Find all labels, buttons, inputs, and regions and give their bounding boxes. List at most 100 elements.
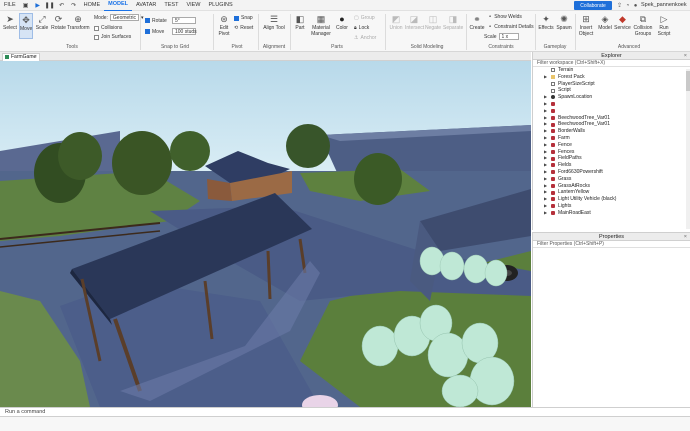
color-button[interactable]: ● Color (334, 14, 350, 32)
explorer-filter-input[interactable]: Filter workspace (Ctrl+Shift+X) (533, 60, 690, 67)
explorer-item[interactable]: ▶ MainRoadEast (533, 210, 690, 217)
run-script-button[interactable]: ▷ Run Script (656, 14, 672, 37)
explorer-item[interactable]: ▶ Ford6630Powershift (533, 169, 690, 176)
expand-arrow-icon[interactable]: ▶ (544, 196, 547, 203)
scroll-thumb[interactable] (686, 71, 690, 91)
select-button[interactable]: ➤ Select (3, 14, 17, 32)
explorer-item[interactable]: ▶ Fence (533, 142, 690, 149)
3d-viewport[interactable] (0, 61, 531, 407)
close-icon[interactable]: × (34, 54, 37, 61)
expand-arrow-icon[interactable]: ▶ (544, 121, 547, 128)
expand-arrow-icon[interactable]: ▶ (544, 128, 547, 135)
expand-arrow-icon[interactable]: ▶ (544, 155, 547, 162)
mode-select[interactable]: Geometric (109, 14, 139, 21)
username[interactable]: Spek_pannenkoek (641, 0, 687, 11)
anchor-button[interactable]: ⚓︎ Anchor (354, 35, 376, 41)
material-manager-button[interactable]: ▦ Material Manager (310, 14, 332, 37)
command-bar[interactable]: Run a command (0, 407, 690, 417)
tab-home[interactable]: HOME (80, 0, 105, 11)
explorer-item[interactable]: ▶ Lights (533, 203, 690, 210)
align-tool-button[interactable]: ☰ Align Tool (262, 14, 286, 32)
explorer-item[interactable]: Script (533, 87, 690, 94)
explorer-item[interactable]: PlayerSizeScript (533, 81, 690, 88)
tab-plugins[interactable]: PLUGINS (205, 0, 237, 11)
command-input[interactable]: Run a command (5, 409, 45, 415)
explorer-item[interactable]: ▶ Fields (533, 162, 690, 169)
negate-button[interactable]: ◫ Negate (424, 14, 442, 32)
spawn-button[interactable]: ✺ Spawn (556, 14, 572, 32)
scale-button[interactable]: ⤢ Scale (35, 14, 49, 32)
pivot-snap-toggle[interactable]: Snap (234, 15, 253, 21)
collision-groups-button[interactable]: ⧉ Collision Groups (632, 14, 654, 37)
redo-icon[interactable]: ↷ (70, 1, 78, 9)
tab-test[interactable]: TEST (160, 0, 182, 11)
undo-icon[interactable]: ↶ (58, 1, 66, 9)
explorer-item[interactable]: ▶ (533, 101, 690, 108)
play-icon[interactable]: ▶ (34, 1, 42, 9)
expand-arrow-icon[interactable]: ▶ (544, 169, 547, 176)
expand-arrow-icon[interactable]: ▶ (544, 115, 547, 122)
insert-object-button[interactable]: ⊞ Insert Object (578, 14, 594, 37)
lock-button[interactable]: 🔒︎ Lock (354, 25, 369, 31)
pause-icon[interactable]: ❚❚ (45, 1, 55, 9)
close-icon[interactable]: × (684, 233, 687, 241)
explorer-item[interactable]: ▶ Grass (533, 176, 690, 183)
expand-arrow-icon[interactable]: ▶ (544, 149, 547, 156)
explorer-scrollbar[interactable] (686, 69, 690, 229)
pivot-reset-button[interactable]: ⟲ Reset (234, 25, 253, 31)
explorer-item[interactable]: ▶ Light Utility Vehicle (black) (533, 196, 690, 203)
expand-arrow-icon[interactable]: ▶ (544, 94, 547, 101)
menu-file[interactable]: FILE (0, 0, 20, 11)
collisions-toggle[interactable]: Collisions (94, 25, 122, 31)
union-button[interactable]: ◩ Union (388, 14, 404, 32)
close-icon[interactable]: × (684, 52, 687, 60)
separate-button[interactable]: ◨ Separate (443, 14, 463, 32)
expand-arrow-icon[interactable]: ▶ (544, 108, 547, 115)
expand-arrow-icon[interactable]: ▶ (544, 101, 547, 108)
intersect-button[interactable]: ◪ Intersect (405, 14, 424, 32)
share-icon[interactable]: ⇪ (616, 2, 623, 9)
join-surfaces-checkbox[interactable] (94, 34, 99, 40)
expand-arrow-icon[interactable]: ▶ (544, 135, 547, 142)
join-surfaces-toggle[interactable]: Join Surfaces (94, 34, 131, 40)
expand-arrow-icon[interactable]: ▶ (544, 162, 547, 169)
move-button[interactable]: ✥ Move (19, 13, 33, 39)
expand-arrow-icon[interactable]: ▶ (544, 142, 547, 149)
group-button[interactable]: ▢ Group (354, 15, 375, 21)
rotate-button[interactable]: ⟳ Rotate (51, 14, 66, 32)
effects-button[interactable]: ✦ Effects (538, 14, 554, 32)
expand-arrow-icon[interactable]: ▶ (544, 183, 547, 190)
explorer-item[interactable]: ▶ SpawnLocation (533, 94, 690, 101)
collisions-checkbox[interactable] (94, 25, 99, 31)
constraint-details-toggle[interactable]: ⚬ Constraint Details (488, 24, 534, 30)
edit-pivot-button[interactable]: ⊛ Edit Pivot (216, 14, 232, 37)
explorer-item[interactable]: ▶ Farm (533, 135, 690, 142)
move-snap-checkbox[interactable] (145, 29, 150, 34)
expand-arrow-icon[interactable]: ▶ (544, 203, 547, 210)
show-welds-toggle[interactable]: ⚬ Show Welds (488, 14, 522, 20)
expand-arrow-icon[interactable]: ▶ (544, 176, 547, 183)
rotate-snap-checkbox[interactable] (145, 18, 150, 23)
explorer-item[interactable]: ▶ BeechwoodTree_Var01 (533, 115, 690, 122)
explorer-item[interactable]: ▶ BeechwoodTree_Var01 (533, 121, 690, 128)
explorer-item[interactable]: ▶ LanternYellow (533, 189, 690, 196)
rotate-snap-input[interactable]: 5° (172, 17, 196, 24)
tab-view[interactable]: VIEW (182, 0, 204, 11)
explorer-item[interactable]: Terrain (533, 67, 690, 74)
expand-arrow-icon[interactable]: ▶ (544, 74, 547, 81)
transform-button[interactable]: ⊕ Transform (67, 14, 90, 32)
collaborate-button[interactable]: Collaborate (574, 1, 612, 10)
service-button[interactable]: ◆ Service (614, 14, 631, 32)
model-button[interactable]: ◈ Model (597, 14, 613, 32)
explorer-item[interactable]: ▶ FieldPaths (533, 155, 690, 162)
tab-avatar[interactable]: AVATAR (132, 0, 160, 11)
explorer-item[interactable]: ▶ Forest Pack (533, 74, 690, 81)
expand-arrow-icon[interactable]: ▶ (544, 189, 547, 196)
part-button[interactable]: ◧ Part (293, 14, 307, 32)
explorer-item[interactable]: ▶ (533, 108, 690, 115)
pivot-snap-checkbox[interactable] (234, 15, 239, 21)
constraint-scale-select[interactable]: 1 x (498, 33, 519, 40)
explorer-item[interactable]: ▶ Fences (533, 149, 690, 156)
create-constraint-button[interactable]: ⚭ Create (469, 14, 485, 32)
tab-model[interactable]: MODEL (104, 0, 132, 11)
